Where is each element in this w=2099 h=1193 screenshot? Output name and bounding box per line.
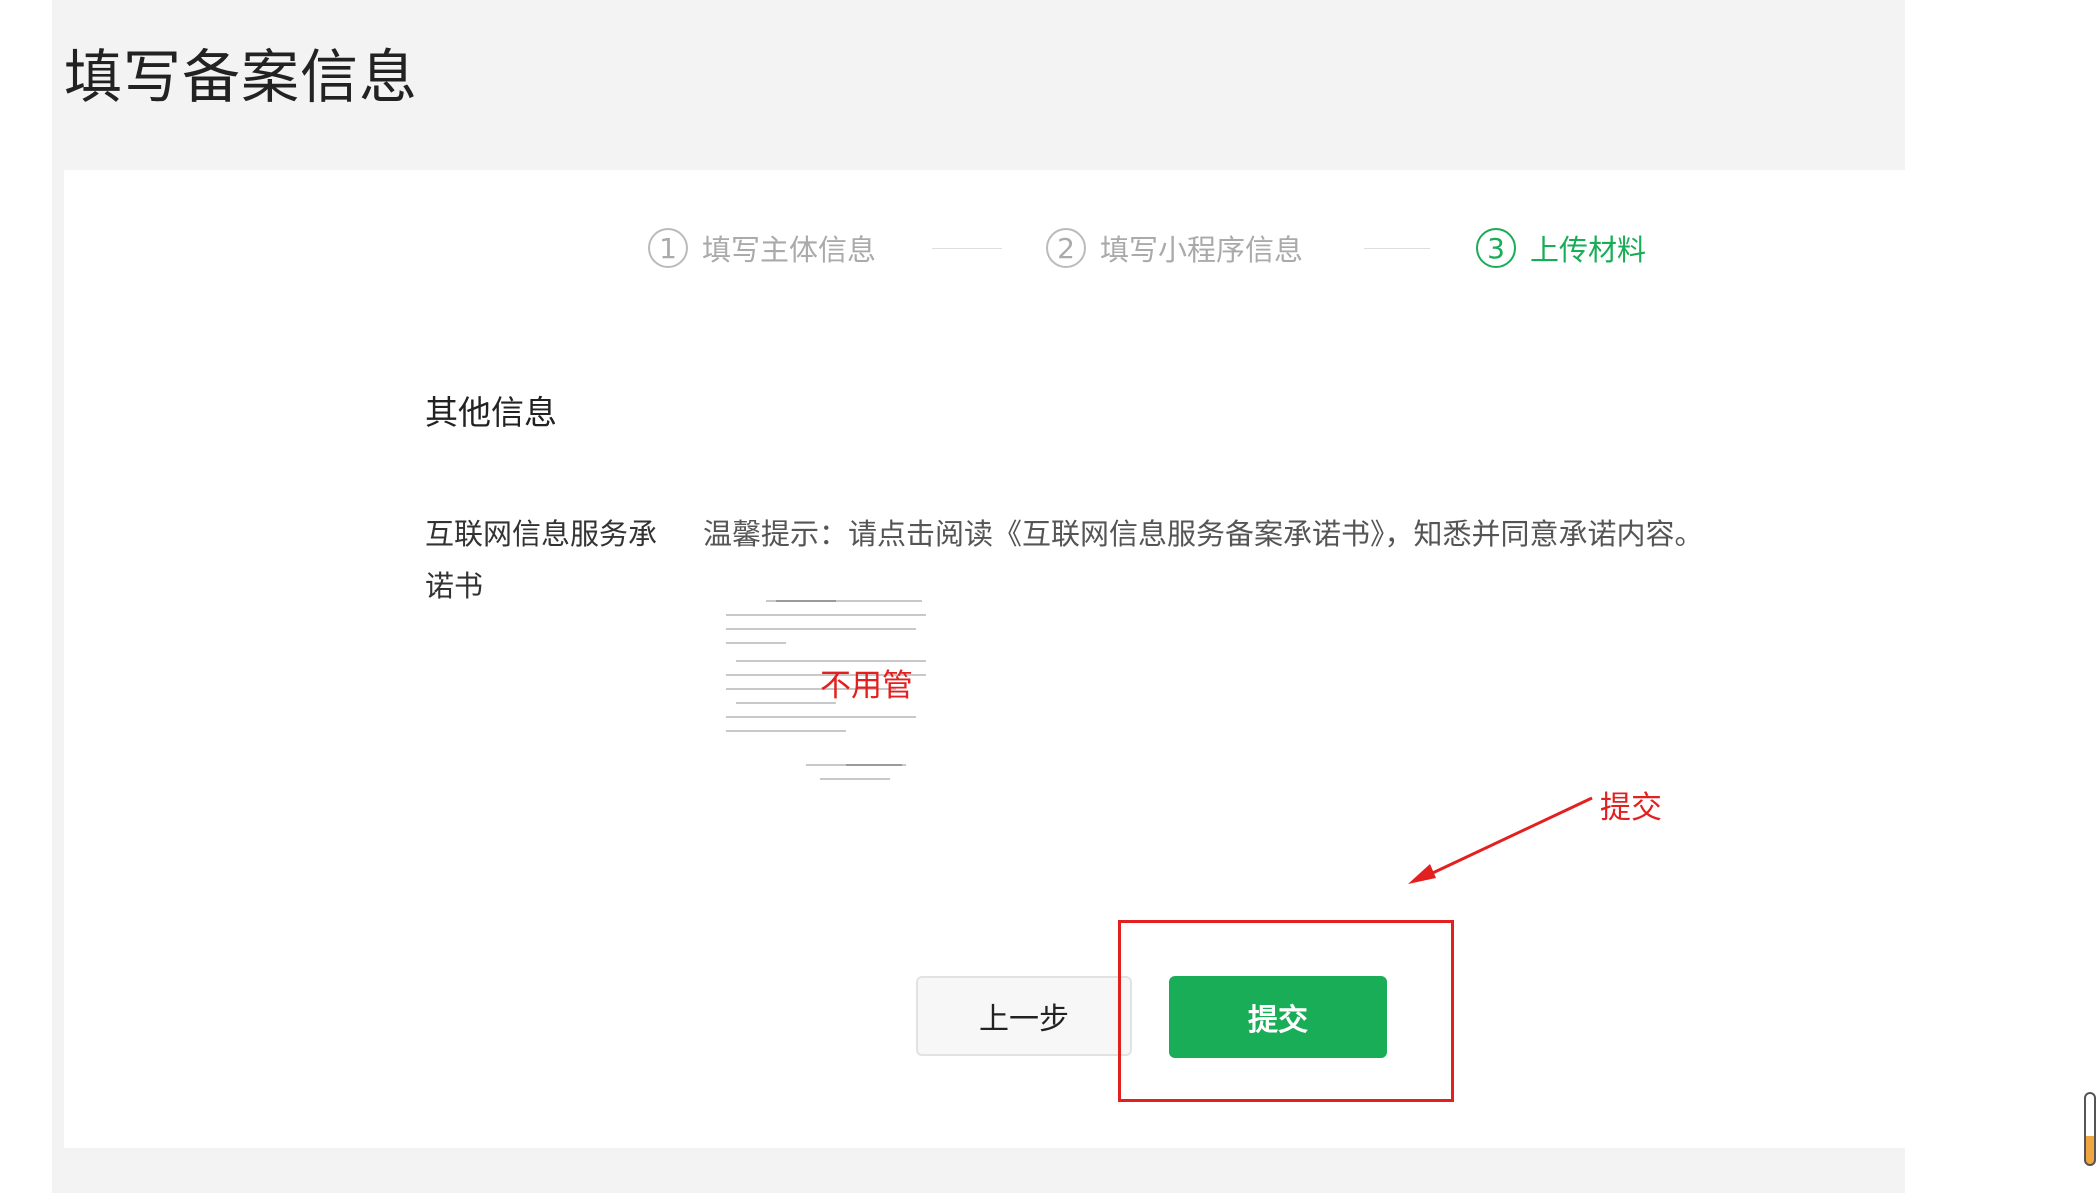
step-3-number: 3 [1476, 228, 1516, 268]
page-title: 填写备案信息 [64, 43, 419, 111]
section-title: 其他信息 [425, 393, 557, 432]
annotation-ignore-note: 不用管 [820, 668, 913, 704]
step-1: 1 填写主体信息 [648, 224, 876, 272]
step-2-number: 2 [1046, 228, 1086, 268]
scrollbar-handle[interactable] [2084, 1092, 2096, 1166]
step-indicator: 1 填写主体信息 2 填写小程序信息 3 上传材料 [648, 224, 1768, 272]
step-2: 2 填写小程序信息 [1046, 224, 1303, 272]
step-1-number: 1 [648, 228, 688, 268]
step-connector [1364, 248, 1430, 249]
agreement-tip: 温馨提示：请点击阅读《互联网信息服务备案承诺书》，知悉并同意承诺内容。 [703, 517, 1704, 551]
annotation-arrow-icon [1408, 796, 1593, 884]
field-label: 互联网信息服务承诺书 [425, 517, 658, 603]
step-connector [932, 248, 1002, 249]
step-3: 3 上传材料 [1476, 224, 1646, 272]
step-1-label: 填写主体信息 [702, 233, 877, 267]
step-2-label: 填写小程序信息 [1100, 233, 1304, 267]
previous-step-button[interactable]: 上一步 [916, 976, 1132, 1056]
annotation-highlight-box [1118, 920, 1454, 1102]
annotation-arrow-label: 提交 [1600, 790, 1662, 826]
step-3-label: 上传材料 [1530, 233, 1647, 267]
